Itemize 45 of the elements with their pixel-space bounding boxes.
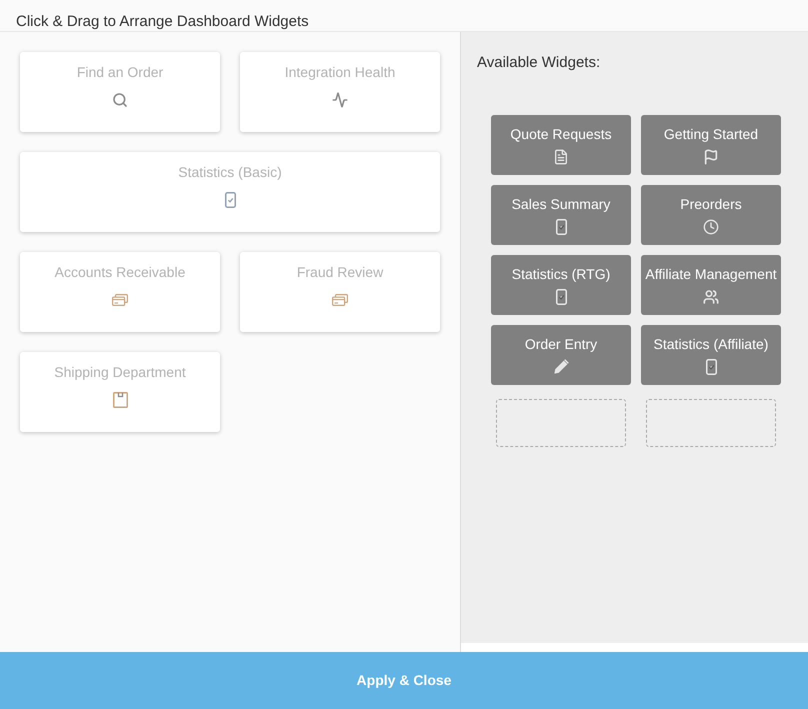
widget-title: Preorders bbox=[680, 195, 742, 213]
widget-card[interactable]: Fraud Review bbox=[240, 252, 440, 332]
panel-title: Available Widgets: bbox=[477, 54, 600, 72]
pulse-icon bbox=[332, 92, 348, 108]
widget-tile[interactable]: Affiliate Management bbox=[641, 255, 781, 315]
widget-tile[interactable]: Statistics (RTG) bbox=[491, 255, 631, 315]
search-icon bbox=[112, 92, 128, 108]
widget-card[interactable]: Integration Health bbox=[240, 52, 440, 132]
widget-title: Accounts Receivable bbox=[54, 263, 186, 281]
widget-tile[interactable]: Getting Started bbox=[641, 115, 781, 175]
widget-title: Statistics (Affiliate) bbox=[654, 335, 768, 353]
widget-tile[interactable]: Sales Summary bbox=[491, 185, 631, 245]
widget-title: Fraud Review bbox=[296, 263, 384, 281]
widget-title: Quote Requests bbox=[510, 125, 612, 143]
pencil-icon bbox=[552, 358, 570, 375]
widget-title: Integration Health bbox=[284, 63, 396, 81]
cards-icon bbox=[112, 294, 128, 306]
box-icon bbox=[112, 392, 128, 408]
widget-tile[interactable]: Order Entry bbox=[491, 325, 631, 385]
widget-card[interactable]: Accounts Receivable bbox=[20, 252, 220, 332]
page-title: Click & Drag to Arrange Dashboard Widgets bbox=[16, 13, 309, 31]
widget-tile[interactable]: Preorders bbox=[641, 185, 781, 245]
cards-icon bbox=[332, 294, 348, 306]
widget-title: Find an Order bbox=[76, 63, 164, 81]
phone-check-icon bbox=[556, 218, 566, 234]
widget-card[interactable]: Statistics (Basic) bbox=[20, 152, 440, 232]
widget-title: Affiliate Management bbox=[645, 265, 777, 283]
apply-close-button[interactable]: Apply & Close bbox=[0, 652, 808, 709]
users-icon bbox=[703, 288, 719, 304]
widget-card[interactable]: Find an Order bbox=[20, 52, 220, 132]
widget-title: Shipping Department bbox=[54, 363, 186, 381]
phone-check-icon bbox=[706, 358, 716, 374]
widget-title: Statistics (Basic) bbox=[178, 163, 282, 181]
flag-icon bbox=[703, 148, 719, 164]
widget-title: Sales Summary bbox=[512, 195, 610, 213]
document-icon bbox=[553, 148, 569, 164]
widget-tile[interactable]: Statistics (Affiliate) bbox=[641, 325, 781, 385]
widget-tile[interactable]: Quote Requests bbox=[491, 115, 631, 175]
widget-title: Order Entry bbox=[524, 335, 598, 353]
widget-title: Getting Started bbox=[664, 125, 758, 143]
clock-icon bbox=[703, 218, 719, 234]
phone-check-icon bbox=[224, 192, 236, 208]
widget-title: Statistics (RTG) bbox=[512, 265, 610, 283]
phone-check-icon bbox=[556, 288, 566, 304]
widget-card[interactable]: Shipping Department bbox=[20, 352, 220, 432]
